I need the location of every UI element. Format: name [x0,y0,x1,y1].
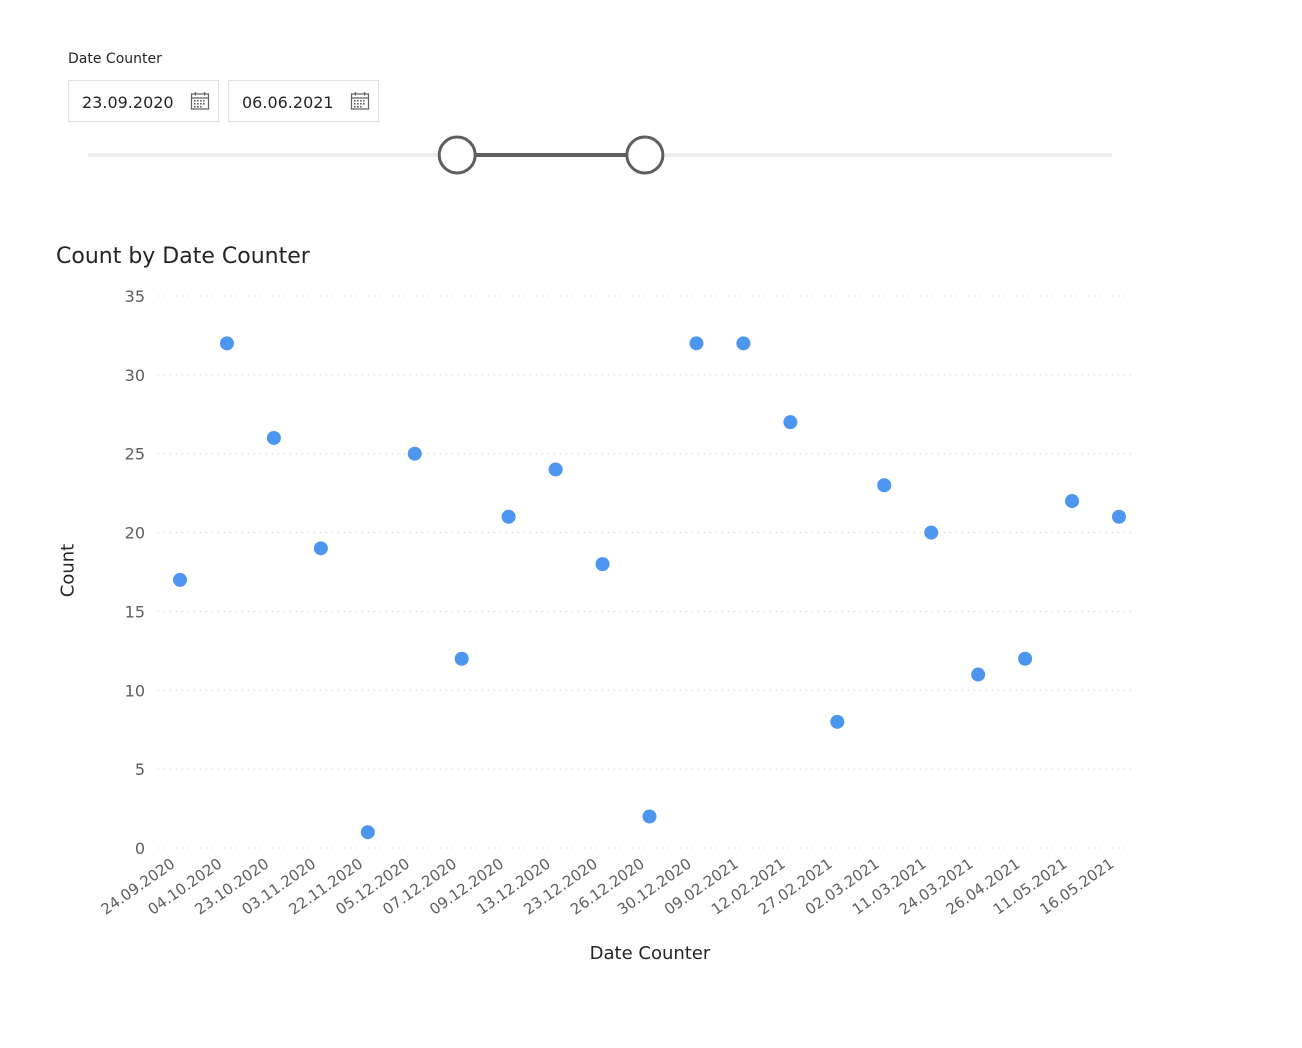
y-tick-label: 35 [125,287,145,306]
data-point[interactable] [454,651,469,666]
scatter-chart: 05101520253035 24.09.202004.10.202023.10… [98,287,1132,919]
data-point[interactable] [173,572,187,587]
data-point[interactable] [924,525,939,540]
x-axis-title: Date Counter [589,943,711,964]
data-point[interactable] [1065,494,1080,509]
data-point[interactable] [407,446,422,461]
y-tick-label: 10 [125,681,145,700]
y-tick-label: 0 [135,839,145,858]
data-point[interactable] [313,541,328,556]
data-point[interactable] [219,336,234,351]
data-point[interactable] [548,462,563,477]
data-point[interactable] [736,336,751,351]
y-tick-label: 25 [125,445,145,464]
y-tick-label: 15 [125,602,145,621]
y-axis-title: Count [57,543,79,598]
data-point[interactable] [266,430,281,445]
y-tick-label: 20 [125,524,145,543]
y-tick-label: 5 [135,760,145,779]
data-point[interactable] [501,509,516,524]
data-point[interactable] [783,415,798,430]
data-point[interactable] [595,557,610,572]
y-tick-label: 30 [125,366,145,385]
data-point[interactable] [877,478,892,493]
data-point[interactable] [1018,651,1033,666]
data-point[interactable] [1112,509,1126,524]
data-point[interactable] [360,825,375,840]
data-point[interactable] [971,667,986,682]
data-point[interactable] [689,336,704,351]
data-point[interactable] [642,809,657,824]
data-point[interactable] [830,714,845,729]
